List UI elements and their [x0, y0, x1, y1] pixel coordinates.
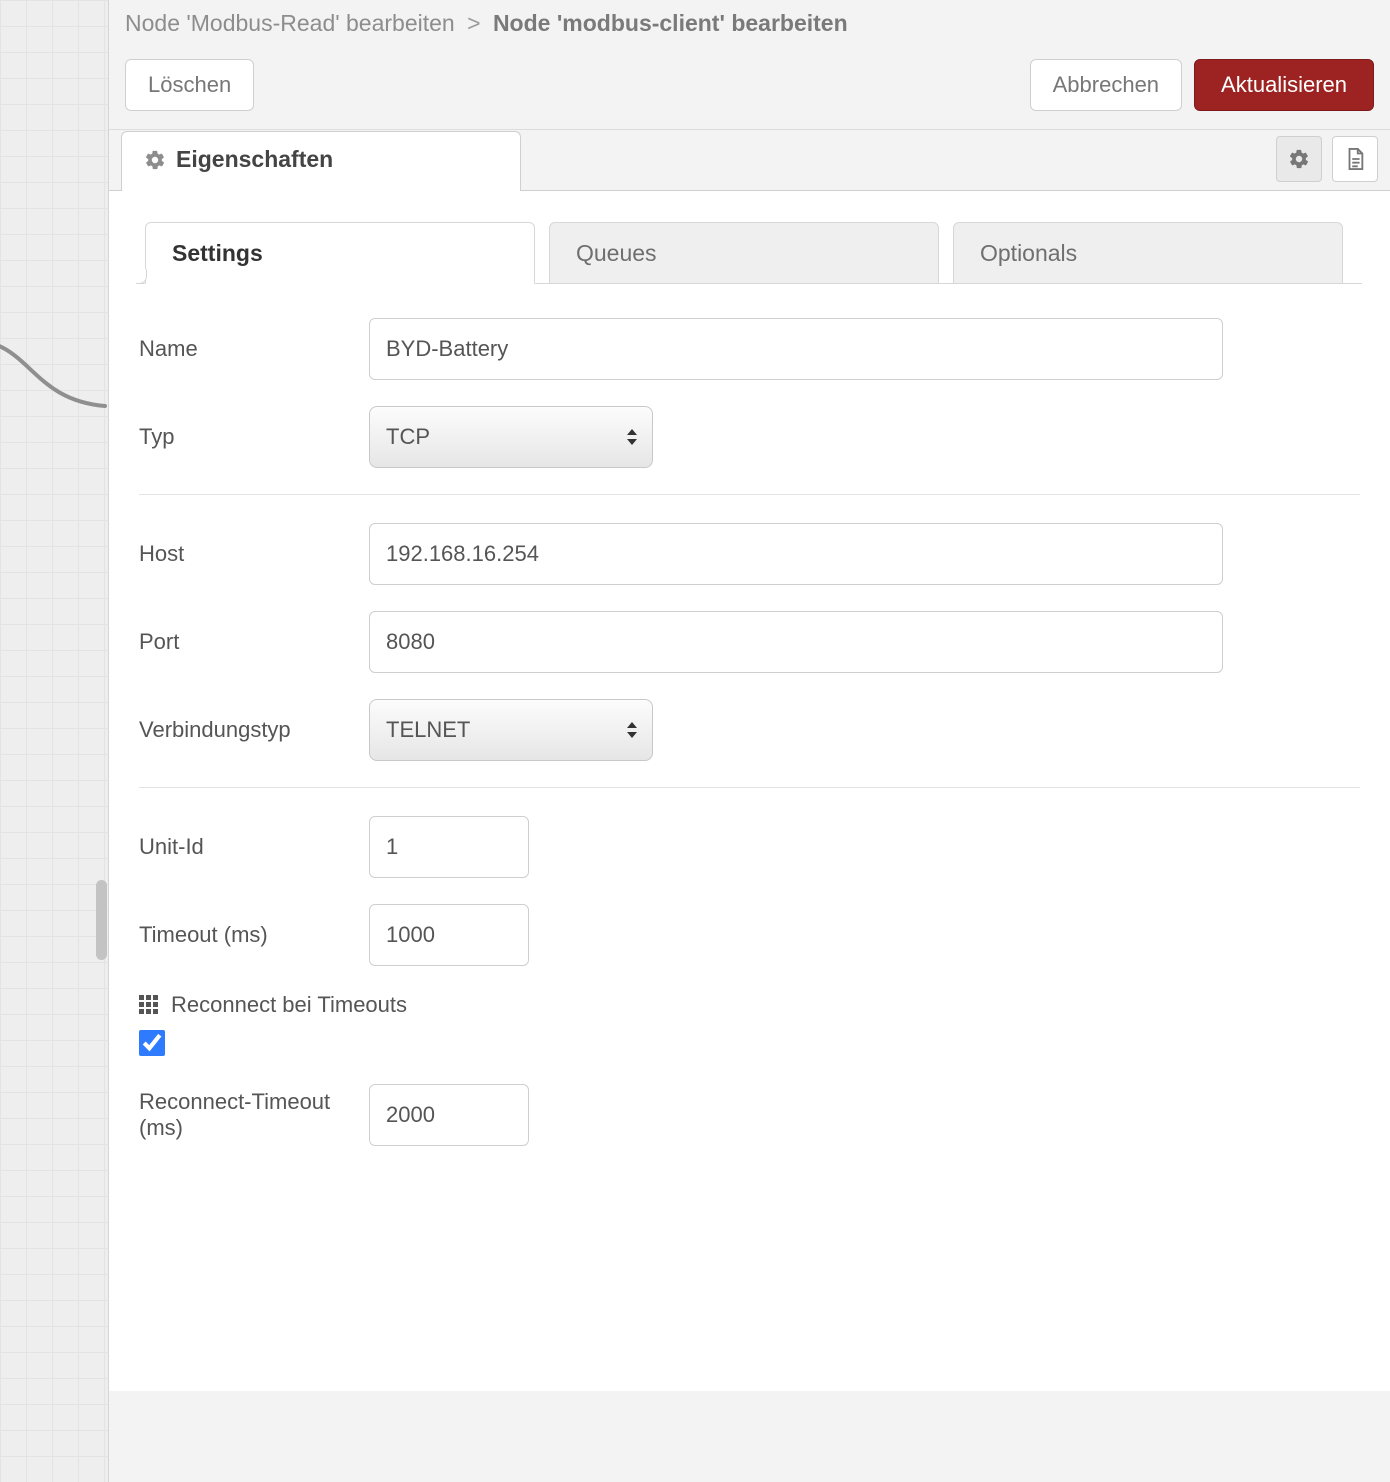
connection-type-select[interactable]: TELNET [369, 699, 653, 761]
updown-caret-icon [626, 721, 638, 739]
form-content: Settings Queues Optionals Name Typ TCP [109, 191, 1390, 1391]
reconnect-timeout-input[interactable] [369, 1084, 529, 1146]
action-bar: Löschen Abbrechen Aktualisieren [109, 53, 1390, 130]
name-input[interactable] [369, 318, 1223, 380]
node-settings-icon-button[interactable] [1276, 136, 1322, 182]
document-icon [1344, 147, 1366, 171]
top-tabbar: Eigenschaften [109, 130, 1390, 191]
grid-icon [139, 995, 159, 1015]
update-button[interactable]: Aktualisieren [1194, 59, 1374, 111]
sub-tabbar: Settings Queues Optionals [137, 221, 1362, 284]
breadcrumb-separator: > [461, 10, 486, 36]
breadcrumb-prev[interactable]: Node 'Modbus-Read' bearbeiten [125, 10, 455, 36]
subtab-queues[interactable]: Queues [549, 222, 939, 284]
name-label: Name [139, 336, 349, 362]
editor-panel: Node 'Modbus-Read' bearbeiten > Node 'mo… [108, 0, 1390, 1482]
subtab-settings[interactable]: Settings [145, 222, 535, 284]
gear-icon [1288, 148, 1310, 170]
divider [139, 494, 1360, 495]
host-label: Host [139, 541, 349, 567]
reconnect-header-label: Reconnect bei Timeouts [171, 992, 407, 1018]
unitid-label: Unit-Id [139, 834, 349, 860]
host-input[interactable] [369, 523, 1223, 585]
port-label: Port [139, 629, 349, 655]
timeout-input[interactable] [369, 904, 529, 966]
subtab-optionals[interactable]: Optionals [953, 222, 1343, 284]
breadcrumb: Node 'Modbus-Read' bearbeiten > Node 'mo… [109, 0, 1390, 53]
panel-scrollbar[interactable] [96, 880, 107, 960]
reconnect-checkbox[interactable] [139, 1030, 165, 1056]
unitid-input[interactable] [369, 816, 529, 878]
connection-type-label: Verbindungstyp [139, 717, 349, 743]
reconnect-header: Reconnect bei Timeouts [139, 992, 1360, 1018]
type-select[interactable]: TCP [369, 406, 653, 468]
gear-icon [144, 149, 166, 171]
breadcrumb-current: Node 'modbus-client' bearbeiten [493, 10, 848, 36]
updown-caret-icon [626, 428, 638, 446]
delete-button[interactable]: Löschen [125, 59, 254, 111]
node-docs-icon-button[interactable] [1332, 136, 1378, 182]
connection-type-select-value: TELNET [386, 717, 470, 743]
type-label: Typ [139, 424, 349, 450]
tab-properties-label: Eigenschaften [176, 146, 333, 173]
cancel-button[interactable]: Abbrechen [1030, 59, 1182, 111]
divider [139, 787, 1360, 788]
reconnect-timeout-label: Reconnect-Timeout (ms) [139, 1089, 349, 1142]
timeout-label: Timeout (ms) [139, 922, 349, 948]
tab-properties[interactable]: Eigenschaften [121, 131, 521, 191]
port-input[interactable] [369, 611, 1223, 673]
canvas-grid [0, 0, 110, 1482]
type-select-value: TCP [386, 424, 430, 450]
